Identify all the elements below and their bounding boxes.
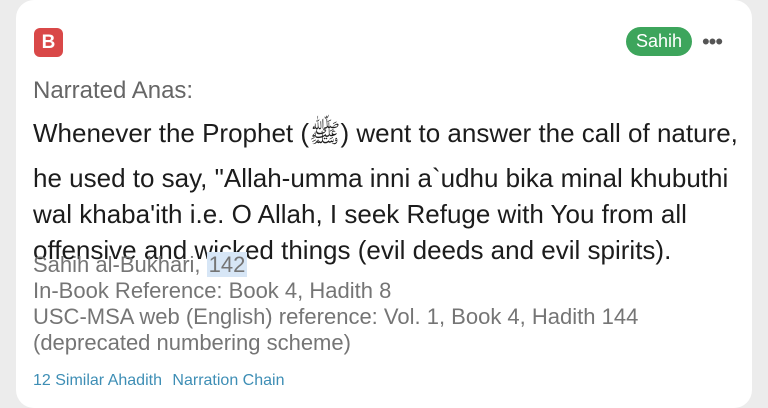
reference-block: Sahih al-Bukhari, 142 In-Book Reference:…: [33, 252, 638, 356]
narrator-label: Narrated Anas:: [33, 77, 194, 104]
usc-msa-note: (deprecated numbering scheme): [33, 330, 351, 355]
collection-reference: Sahih al-Bukhari, 142: [33, 252, 638, 278]
in-book-reference: In-Book Reference: Book 4, Hadith 8: [33, 278, 392, 303]
hadith-text-line: Whenever the Prophet (ﷺ) went to answer …: [33, 118, 738, 148]
collection-name: Sahih al-Bukhari,: [33, 252, 201, 277]
book-badge[interactable]: B: [34, 28, 63, 57]
hadith-text-line: wal khaba'ith i.e. O Allah, I seek Refug…: [33, 199, 687, 229]
similar-ahadith-link[interactable]: 12 Similar Ahadith: [33, 372, 162, 389]
more-options-icon[interactable]: •••: [700, 27, 724, 56]
hadith-text: Whenever the Prophet (ﷺ) went to answer …: [33, 115, 738, 268]
narration-chain-link[interactable]: Narration Chain: [172, 372, 284, 389]
hadith-number[interactable]: 142: [206, 252, 248, 277]
grade-badge: Sahih: [626, 27, 693, 56]
card-links: 12 Similar Ahadith Narration Chain: [33, 372, 290, 390]
usc-msa-reference: USC-MSA web (English) reference: Vol. 1,…: [33, 304, 639, 329]
hadith-card: B Sahih ••• Narrated Anas: Whenever the …: [16, 0, 752, 408]
hadith-text-line: he used to say, "Allah-umma inni a`udhu …: [33, 163, 729, 193]
